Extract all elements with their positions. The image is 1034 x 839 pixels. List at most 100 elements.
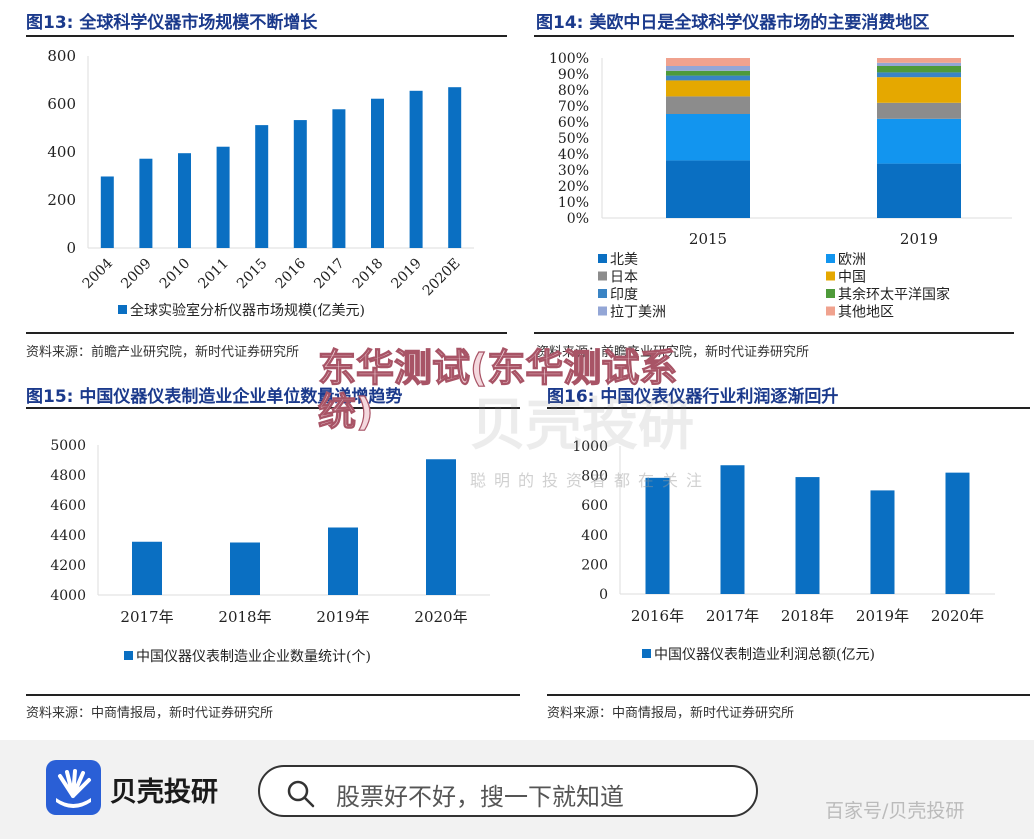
watermark-slogan: 聪明的投资者都在关注 <box>470 471 711 490</box>
bar <box>720 465 745 594</box>
bar <box>132 541 162 595</box>
stacked-bar-segment <box>666 114 750 161</box>
legend-swatch <box>642 649 651 658</box>
y-tick-label: 4600 <box>50 498 86 514</box>
stacked-bar-segment <box>877 72 961 78</box>
x-tick-label: 2011 <box>195 256 232 293</box>
bar <box>230 542 260 595</box>
stacked-bar-segment <box>666 70 750 76</box>
x-tick-label: 2019年 <box>856 607 909 625</box>
brand-logo-icon[interactable] <box>46 760 101 815</box>
bar <box>139 158 153 248</box>
bar <box>645 477 670 594</box>
legend-swatch <box>826 289 835 298</box>
bar <box>293 120 307 248</box>
legend-label: 日本 <box>610 270 638 286</box>
stacked-bar-segment <box>877 77 961 103</box>
x-tick-label: 2020年 <box>414 608 467 626</box>
stacked-bar-segment <box>666 96 750 114</box>
y-tick-label: 800 <box>47 47 76 65</box>
x-tick-label: 2018 <box>350 256 387 293</box>
y-tick-label: 400 <box>581 528 608 544</box>
legend-swatch <box>118 305 127 314</box>
x-tick-label: 2018年 <box>781 607 834 625</box>
stacked-bar-segment <box>666 80 750 97</box>
legend-swatch <box>598 289 607 298</box>
x-tick-label: 2019 <box>900 230 938 248</box>
x-tick-label: 2017年 <box>120 608 173 626</box>
x-tick-label: 2015 <box>234 256 271 293</box>
legend-label: 全球实验室分析仪器市场规模(亿美元) <box>130 302 365 319</box>
bar <box>371 98 384 248</box>
x-tick-label: 2020年 <box>931 607 984 625</box>
bar <box>328 527 358 595</box>
x-tick-label: 2019年 <box>316 608 369 626</box>
bar <box>178 153 191 248</box>
brand-name[interactable]: 贝壳投研 <box>110 770 218 809</box>
x-tick-label: 2017年 <box>706 607 759 625</box>
y-tick-label: 0 <box>599 587 608 603</box>
y-tick-label: 100% <box>549 51 589 67</box>
y-tick-label: 5000 <box>50 438 86 454</box>
stacked-bar-segment <box>877 66 961 73</box>
legend-label: 拉丁美洲 <box>610 305 666 321</box>
search-input[interactable]: 股票好不好，搜一下就知道 <box>258 765 758 817</box>
y-tick-label: 40% <box>558 147 589 163</box>
legend-swatch <box>826 271 835 281</box>
stacked-bar-segment <box>877 118 961 164</box>
legend-swatch <box>826 254 835 263</box>
bar <box>255 125 269 248</box>
x-tick-label: 2015 <box>689 230 727 248</box>
search-placeholder: 股票好不好，搜一下就知道 <box>336 783 624 811</box>
y-tick-label: 200 <box>581 557 608 573</box>
stacked-bar-segment <box>666 66 750 71</box>
y-tick-label: 4000 <box>50 588 86 604</box>
attribution-text: 百家号/贝壳投研 <box>825 800 965 822</box>
y-tick-label: 60% <box>558 115 589 131</box>
stacked-bar-segment <box>666 160 750 218</box>
y-tick-label: 600 <box>581 498 608 514</box>
x-tick-label: 2016 <box>273 255 310 292</box>
stacked-bar-segment <box>666 58 750 66</box>
y-tick-label: 80% <box>558 83 589 99</box>
bar <box>448 87 462 248</box>
bar <box>945 472 970 594</box>
search-icon <box>287 780 315 808</box>
y-tick-label: 400 <box>47 143 76 161</box>
x-tick-label: 2017 <box>311 256 348 293</box>
bar <box>332 109 346 248</box>
bar <box>795 477 820 594</box>
stacked-bar-segment <box>877 163 961 218</box>
y-tick-label: 70% <box>558 99 589 115</box>
bar <box>426 459 456 595</box>
x-tick-label: 2016年 <box>631 607 684 625</box>
legend-label: 其他地区 <box>838 305 894 321</box>
stacked-bar-segment <box>877 62 961 66</box>
bar <box>870 490 895 594</box>
stacked-bar-segment <box>877 102 961 119</box>
bar <box>100 176 114 248</box>
legend-label: 中国仪器仪表制造业企业数量统计(个) <box>136 648 371 665</box>
legend-label: 欧洲 <box>838 252 866 268</box>
x-tick-label: 2020E <box>420 256 464 300</box>
legend-swatch <box>124 651 133 660</box>
y-tick-label: 4200 <box>50 558 86 574</box>
legend-label: 印度 <box>610 287 638 303</box>
y-tick-label: 10% <box>558 195 589 211</box>
bar <box>216 146 230 248</box>
legend-label: 北美 <box>610 252 638 268</box>
stacked-bar-segment <box>666 75 750 81</box>
y-tick-label: 0% <box>567 211 589 227</box>
y-tick-label: 600 <box>47 95 76 113</box>
stacked-bar-segment <box>877 58 961 63</box>
x-tick-label: 2004 <box>80 255 117 292</box>
y-tick-label: 30% <box>558 163 589 179</box>
x-tick-label: 2010 <box>157 256 194 293</box>
legend-swatch <box>598 271 607 281</box>
watermark-overlay-text: 东华测试(东华测试系统) <box>317 345 678 434</box>
legend-swatch <box>826 306 835 316</box>
y-tick-label: 50% <box>558 131 589 147</box>
x-tick-label: 2009 <box>118 256 155 293</box>
x-tick-label: 2018年 <box>218 608 271 626</box>
legend-label: 其余环太平洋国家 <box>838 286 950 303</box>
